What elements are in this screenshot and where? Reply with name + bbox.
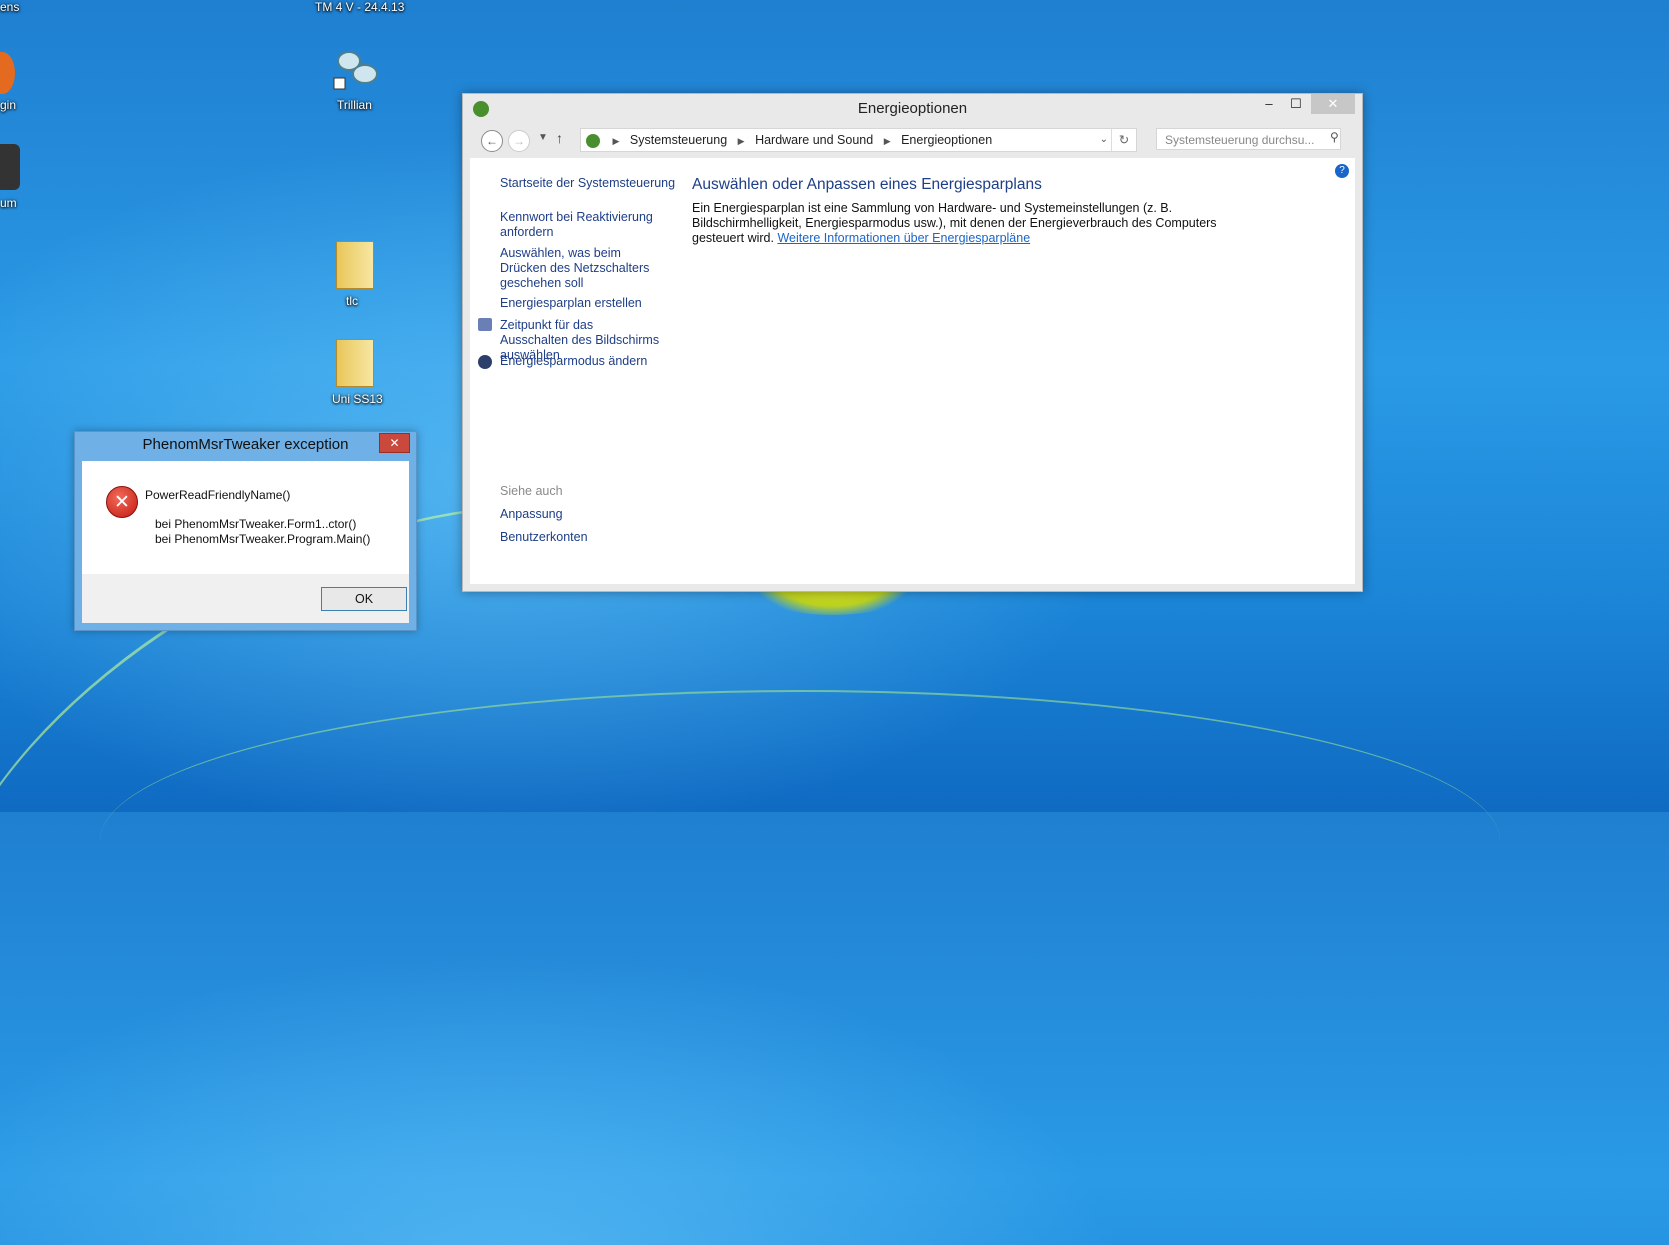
breadcrumb-item[interactable]: Energieoptionen — [901, 133, 992, 147]
address-dropdown-icon[interactable]: ⌄ — [1100, 129, 1108, 151]
desktop-icon-label[interactable]: tlc — [346, 294, 358, 308]
sidebar-link-user-accounts[interactable]: Benutzerkonten — [500, 530, 588, 545]
maximize-button[interactable]: ☐ — [1283, 94, 1309, 114]
page-heading: Auswählen oder Anpassen eines Energiespa… — [692, 176, 1042, 193]
sidebar-link-create-plan[interactable]: Energiesparplan erstellen — [500, 296, 642, 311]
breadcrumb-separator-icon: ▶ — [612, 136, 620, 146]
up-arrow-icon[interactable]: ↑ — [556, 130, 563, 146]
sidebar-link-password[interactable]: Kennwort bei Reaktivierung anfordern — [500, 210, 655, 240]
ok-button[interactable]: OK — [321, 587, 407, 611]
desktop-icon-label[interactable]: ens — [0, 0, 19, 14]
breadcrumb-separator-icon: ▶ — [883, 136, 891, 146]
address-row: ← → ▼ ↑ ▶ Systemsteuerung ▶ Hardware und… — [470, 128, 1355, 156]
sidebar-link-sleep[interactable]: Energiesparmodus ändern — [500, 354, 647, 369]
close-button[interactable]: ✕ — [1311, 94, 1355, 114]
control-panel-window: Energieoptionen – ☐ ✕ ← → ▼ ↑ ▶ Systemst… — [462, 93, 1363, 592]
see-also-heading: Siehe auch — [500, 484, 563, 498]
dialog-close-button[interactable]: ✕ — [379, 433, 410, 453]
refresh-icon[interactable]: ↻ — [1111, 129, 1136, 151]
breadcrumb-item[interactable]: Systemsteuerung — [630, 133, 727, 147]
steam-icon[interactable] — [0, 144, 20, 190]
desktop-icon-label[interactable]: TM 4 V - 24.4.13 — [315, 0, 404, 14]
dialog-title: PhenomMsrTweaker exception — [142, 436, 349, 453]
folder-icon[interactable] — [336, 339, 374, 387]
breadcrumb-item[interactable]: Hardware und Sound — [755, 133, 873, 147]
control-panel-icon — [586, 133, 600, 148]
sidebar-link-home[interactable]: Startseite der Systemsteuerung — [500, 176, 675, 191]
app-shortcut-icon[interactable] — [0, 52, 15, 94]
dialog-body: ✕ PowerReadFriendlyName() bei PhenomMsrT… — [82, 461, 409, 574]
exception-dialog: PhenomMsrTweaker exception ✕ ✕ PowerRead… — [74, 431, 417, 631]
error-message: PowerReadFriendlyName() — [145, 488, 291, 502]
error-icon: ✕ — [106, 486, 138, 518]
sidebar-link-power-button[interactable]: Auswählen, was beim Drücken des Netzscha… — [500, 246, 660, 291]
search-input[interactable]: Systemsteuerung durchsu... — [1156, 128, 1341, 150]
address-bar[interactable]: ▶ Systemsteuerung ▶ Hardware und Sound ▶… — [580, 128, 1137, 152]
more-info-link[interactable]: Weitere Informationen über Energiesparpl… — [777, 231, 1030, 245]
sidebar-link-personalization[interactable]: Anpassung — [500, 507, 563, 522]
desktop-icon-label[interactable]: um — [0, 196, 17, 210]
page-description: Ein Energiesparplan ist eine Sammlung vo… — [692, 201, 1252, 246]
sleep-moon-icon — [478, 355, 492, 369]
back-arrow-icon[interactable]: ← — [481, 130, 503, 152]
recent-pages-chevron-icon[interactable]: ▼ — [538, 132, 548, 143]
content-area: ? Startseite der Systemsteuerung Kennwor… — [470, 158, 1355, 584]
stack-trace-line: bei PhenomMsrTweaker.Form1..ctor() — [155, 517, 357, 531]
dialog-footer: OK — [82, 574, 409, 623]
desktop-icon-label[interactable]: gin — [0, 98, 16, 112]
display-timer-icon — [478, 318, 492, 331]
folder-icon[interactable] — [336, 241, 374, 289]
trillian-icon[interactable] — [333, 46, 381, 90]
desktop-icon-label[interactable]: Uni SS13 — [332, 392, 383, 406]
help-icon[interactable]: ? — [1335, 164, 1349, 178]
search-icon[interactable]: ⚲ — [1330, 130, 1339, 144]
breadcrumb-separator-icon: ▶ — [737, 136, 745, 146]
stack-trace-line: bei PhenomMsrTweaker.Program.Main() — [155, 532, 371, 546]
window-title: Energieoptionen — [857, 100, 968, 117]
minimize-button[interactable]: – — [1256, 94, 1282, 114]
forward-arrow-icon[interactable]: → — [508, 130, 530, 152]
wallpaper-streak — [100, 690, 1500, 992]
desktop-icon-label[interactable]: Trillian — [337, 98, 372, 112]
